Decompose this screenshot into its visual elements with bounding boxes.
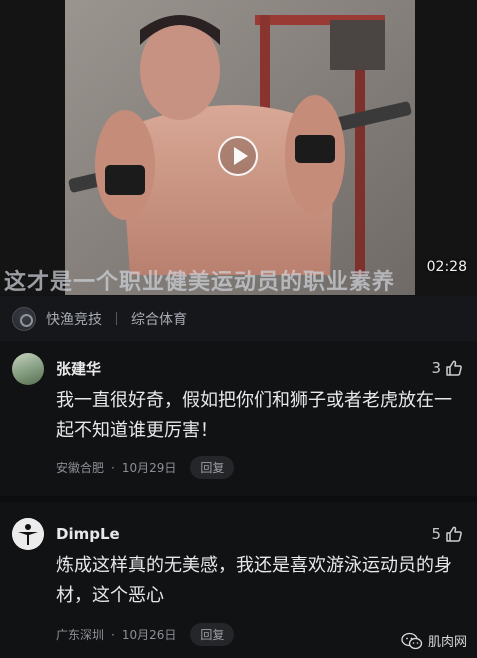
video-caption: 这才是一个职业健美运动员的职业素养	[4, 270, 396, 295]
comment-text: 炼成这样真的无美感，我还是喜欢游泳运动员的身材，这个恶心	[56, 555, 452, 606]
meta-separator: ·	[111, 460, 115, 475]
reply-button[interactable]: 回复	[190, 456, 235, 479]
like-button[interactable]: 3	[431, 359, 463, 377]
video-player[interactable]: 02:28 这才是一个职业健美运动员的职业素养	[0, 0, 477, 295]
comment-date: 10月29日	[121, 461, 177, 475]
like-button[interactable]: 5	[431, 525, 463, 543]
like-count: 5	[431, 525, 441, 543]
comment-date: 10月26日	[121, 628, 177, 642]
reply-button[interactable]: 回复	[190, 623, 235, 646]
comment-location: 广东深圳	[56, 628, 105, 642]
comment-meta: 广东深圳 · 10月26日 回复	[56, 623, 235, 646]
avatar-figure-icon	[12, 518, 44, 550]
source-logo-icon[interactable]	[12, 306, 36, 331]
source-bar: 快渔竞技 综合体育	[0, 296, 477, 341]
comment-text: 我一直很好奇，假如把你们和狮子或者老虎放在一起不知道谁更厉害！	[56, 390, 452, 441]
comment-username[interactable]: 张建华	[56, 358, 101, 379]
comment-meta: 安徽合肥 · 10月29日 回复	[56, 456, 235, 479]
comment-location: 安徽合肥	[56, 461, 105, 475]
watermark-text: 肌肉网	[427, 635, 467, 650]
play-icon	[234, 147, 248, 165]
thumb-up-icon	[446, 360, 462, 376]
source-name[interactable]: 快渔竞技	[46, 309, 102, 329]
play-button[interactable]	[218, 136, 258, 176]
comment-divider	[0, 496, 477, 502]
source-category-tag[interactable]: 综合体育	[131, 309, 187, 329]
meta-separator: ·	[111, 627, 115, 642]
source-separator	[116, 312, 117, 325]
avatar[interactable]	[12, 353, 44, 385]
comment-username[interactable]: DimpLe	[56, 525, 120, 543]
wechat-icon	[401, 632, 423, 649]
comment-item: 张建华 3 我一直很好奇，假如把你们和狮子或者老虎放在一起不知道谁更厉害！ 安徽…	[0, 344, 477, 492]
like-count: 3	[431, 359, 441, 377]
avatar[interactable]	[12, 518, 44, 550]
thumb-up-icon	[446, 526, 462, 542]
watermark: 肌肉网	[401, 631, 467, 650]
